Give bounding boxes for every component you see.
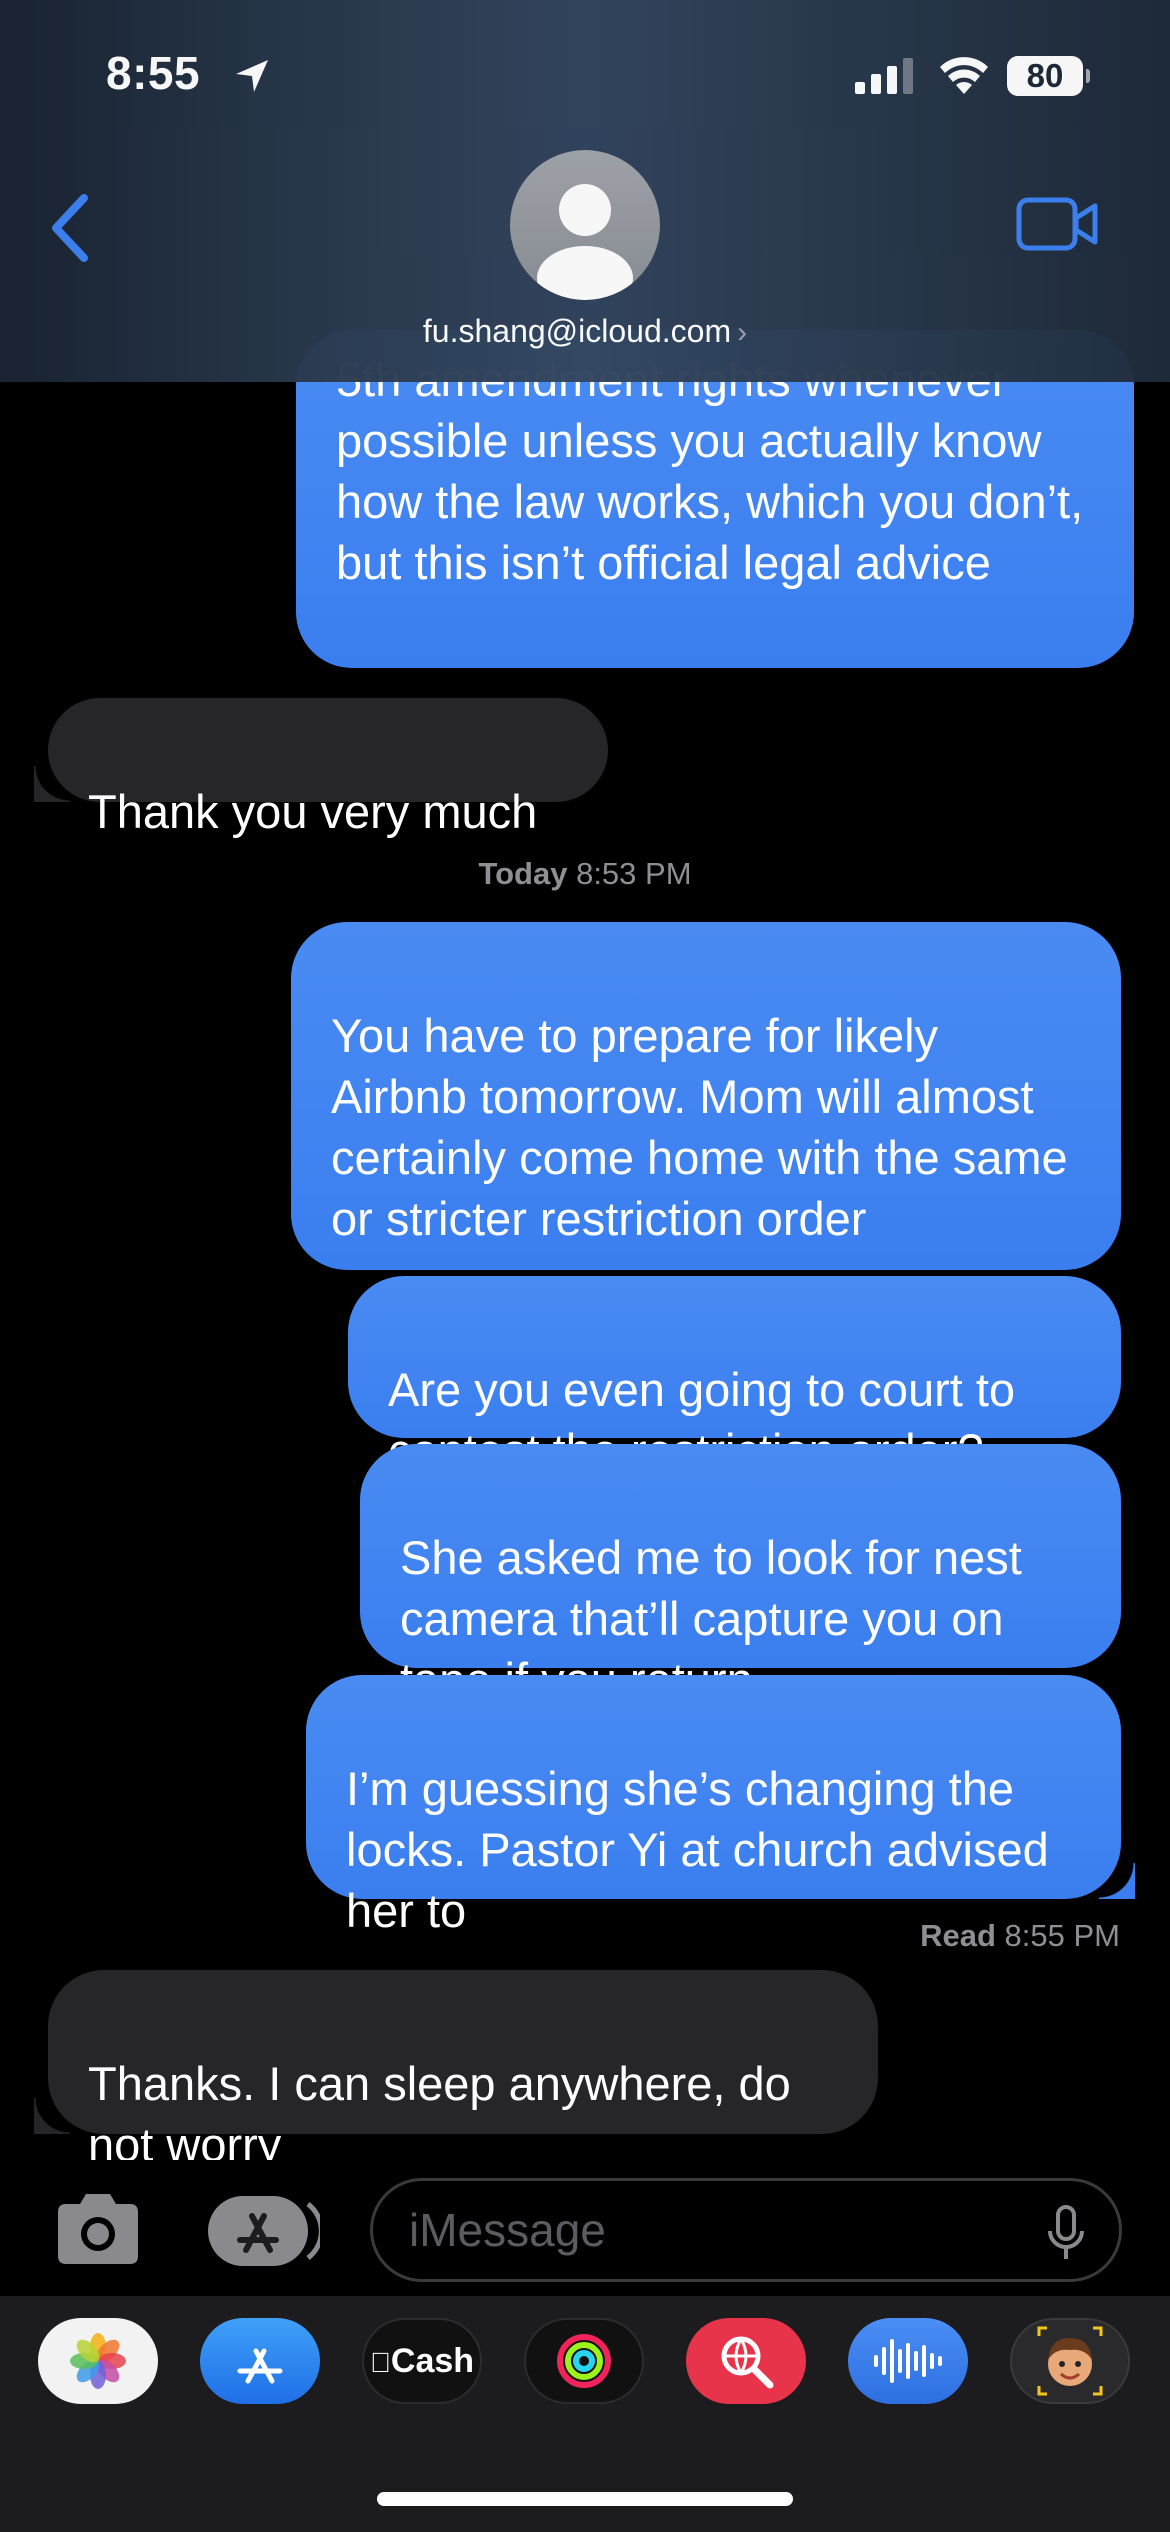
message-timestamp: Today 8:53 PM <box>0 856 1170 892</box>
battery-level: 80 <box>1026 57 1064 94</box>
audio-message-app[interactable] <box>848 2318 968 2404</box>
apple-cash-label: Cash <box>380 2341 474 2380</box>
imessage-input[interactable]: iMessage <box>370 2178 1122 2282</box>
apple-cash-icon: Cash <box>370 2342 474 2381</box>
wifi-icon <box>940 57 988 94</box>
message-bubble-sent[interactable]: You have to prepare for likely Airbnb to… <box>291 922 1121 1270</box>
message-text: Thanks. I can sleep anywhere, do not wor… <box>88 2057 791 2160</box>
status-time: 8:55 <box>106 47 201 99</box>
apple-cash-app[interactable]: Cash <box>362 2318 482 2404</box>
person-icon <box>537 184 633 300</box>
activity-rings-icon <box>557 2334 611 2388</box>
memoji-app[interactable] <box>1010 2318 1130 2404</box>
contact-name-button[interactable]: fu.shang@icloud.com › <box>0 313 1170 350</box>
read-receipt: Read 8:55 PM <box>920 1918 1120 1954</box>
memoji-icon <box>1037 2326 1103 2396</box>
battery-cap <box>1086 69 1090 83</box>
message-text: You have to prepare for likely Airbnb to… <box>331 1009 1068 1245</box>
cellular-signal-icon <box>855 58 913 94</box>
app-store-apps-button[interactable] <box>208 2196 324 2266</box>
fitness-app[interactable] <box>524 2318 644 2404</box>
message-bubble-sent[interactable]: She asked me to look for nest camera tha… <box>360 1444 1121 1706</box>
timestamp-time: 8:53 PM <box>576 856 692 891</box>
contact-name: fu.shang@icloud.com <box>422 313 732 349</box>
waveform-icon <box>874 2339 942 2383</box>
facetime-video-icon[interactable] <box>1016 196 1098 252</box>
app-store-icon <box>237 2348 283 2384</box>
message-bubble-received[interactable]: Thanks. I can sleep anywhere, do not wor… <box>34 1970 878 2160</box>
location-arrow-icon <box>236 60 268 92</box>
battery-icon: 80 <box>1007 56 1090 96</box>
contact-avatar[interactable] <box>510 150 660 300</box>
message-text: 5th amendment rights whenever possible u… <box>336 353 1084 589</box>
back-chevron-icon[interactable] <box>46 190 96 266</box>
camera-icon[interactable] <box>52 2190 144 2268</box>
input-placeholder: iMessage <box>409 2204 606 2256</box>
timestamp-day: Today <box>478 856 568 891</box>
images-search-app[interactable] <box>686 2318 806 2404</box>
chevron-right-icon: › <box>737 316 748 349</box>
read-time: 8:55 PM <box>1004 1918 1120 1953</box>
app-store-app[interactable] <box>200 2318 320 2404</box>
photos-icon <box>70 2333 126 2389</box>
conversation-header: 8:55 80 fu.shang@icloud.com › <box>0 0 1170 382</box>
photos-app[interactable] <box>38 2318 158 2404</box>
message-bubble-received[interactable]: Thank you very much <box>34 698 608 838</box>
message-text: I’m guessing she’s changing the locks. P… <box>346 1762 1049 1937</box>
home-indicator[interactable] <box>377 2492 793 2506</box>
message-bubble-sent[interactable]: Are you even going to court to contest t… <box>348 1276 1121 1477</box>
read-label: Read <box>920 1918 996 1953</box>
globe-search-icon <box>721 2336 774 2389</box>
microphone-icon[interactable] <box>1047 2205 1085 2261</box>
message-bubble-sent[interactable]: I’m guessing she’s changing the locks. P… <box>306 1675 1135 1937</box>
message-text: Thank you very much <box>88 785 538 838</box>
apps-icon <box>208 2196 324 2266</box>
